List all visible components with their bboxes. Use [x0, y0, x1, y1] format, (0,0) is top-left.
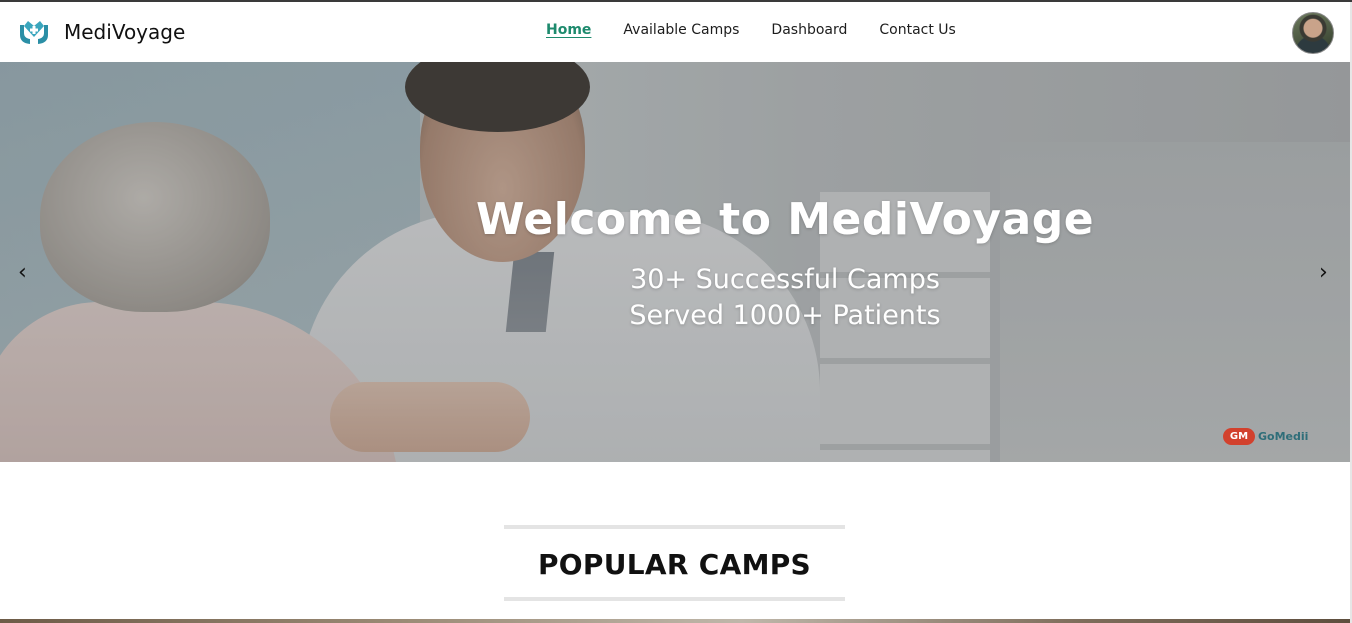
nav-link-available-camps[interactable]: Available Camps: [623, 22, 739, 38]
watermark-badge: GM: [1223, 428, 1255, 445]
carousel-prev-icon[interactable]: ‹: [18, 260, 27, 285]
main-nav: Home Available Camps Dashboard Contact U…: [546, 22, 988, 38]
carousel-next-icon[interactable]: ›: [1319, 260, 1328, 285]
section-title: POPULAR CAMPS: [537, 548, 812, 581]
hero-stat-camps: 30+ Successful Camps: [630, 264, 940, 295]
nav-link-contact-us[interactable]: Contact Us: [879, 22, 955, 38]
nav-link-dashboard[interactable]: Dashboard: [771, 22, 847, 38]
popular-camps-heading: POPULAR CAMPS: [504, 525, 845, 602]
hero-carousel: Welcome to MediVoyage 30+ Successful Cam…: [0, 62, 1350, 462]
user-avatar[interactable]: [1292, 12, 1334, 54]
hero-overlay: [0, 62, 1350, 462]
hero-stat-patients: Served 1000+ Patients: [629, 300, 941, 331]
heading-divider-top: [504, 525, 845, 529]
nav-link-home[interactable]: Home: [546, 22, 591, 38]
hands-heart-icon: [20, 21, 48, 44]
heading-divider-bottom: [504, 597, 845, 601]
brand[interactable]: MediVoyage: [18, 17, 185, 47]
watermark-text: GoMedii: [1258, 430, 1309, 443]
next-section-image-edge: [0, 619, 1350, 623]
hero-title: Welcome to MediVoyage: [475, 194, 1095, 245]
navbar: MediVoyage Home Available Camps Dashboar…: [0, 2, 1350, 62]
image-watermark: GM GoMedii: [1223, 428, 1308, 445]
brand-name: MediVoyage: [64, 20, 186, 44]
